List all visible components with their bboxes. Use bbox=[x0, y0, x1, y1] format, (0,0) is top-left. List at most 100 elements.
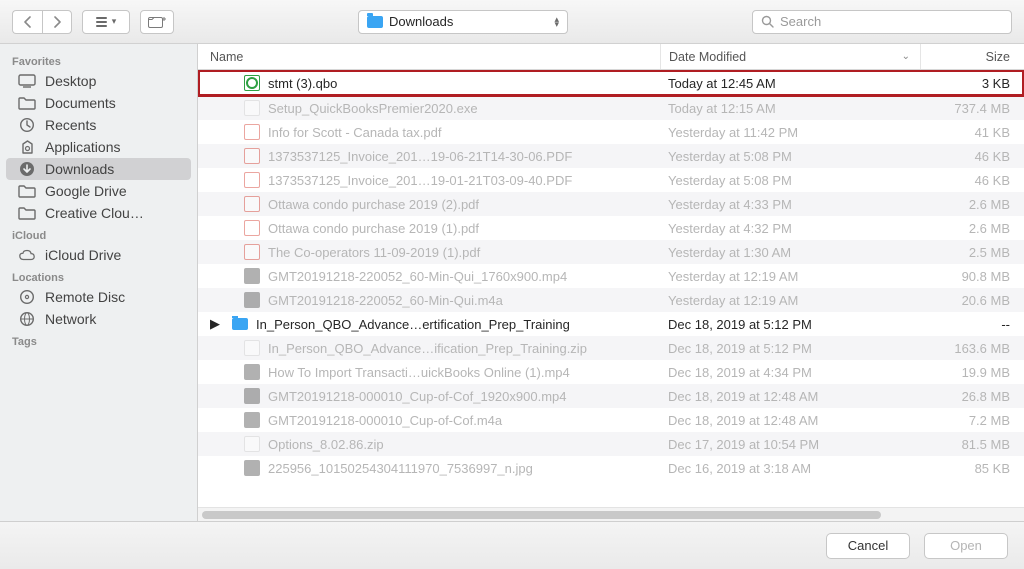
search-field[interactable]: Search bbox=[752, 10, 1012, 34]
cancel-button[interactable]: Cancel bbox=[826, 533, 910, 559]
table-row[interactable]: GMT20191218-220052_60-Min-Qui_1760x900.m… bbox=[198, 264, 1024, 288]
file-date: Dec 18, 2019 at 4:34 PM bbox=[660, 365, 920, 380]
file-name: How To Import Transacti…uickBooks Online… bbox=[268, 365, 570, 380]
apps-icon bbox=[18, 140, 36, 155]
table-row[interactable]: Options_8.02.86.zipDec 17, 2019 at 10:54… bbox=[198, 432, 1024, 456]
sidebar-item-applications[interactable]: Applications bbox=[0, 136, 197, 158]
file-icon bbox=[244, 75, 260, 91]
file-date: Yesterday at 11:42 PM bbox=[660, 125, 920, 140]
view-mode-button[interactable]: ▾ bbox=[82, 10, 130, 34]
table-row[interactable]: Ottawa condo purchase 2019 (2).pdfYester… bbox=[198, 192, 1024, 216]
table-row[interactable]: 225956_10150254304111970_7536997_n.jpg De… bbox=[198, 456, 1024, 480]
sidebar-item-remote-disc[interactable]: Remote Disc bbox=[0, 286, 197, 308]
sidebar-heading: Favorites bbox=[0, 50, 197, 70]
file-name: The Co-operators 11-09-2019 (1).pdf bbox=[268, 245, 480, 260]
file-name: 225956_10150254304111970_7536997_n.jpg bbox=[268, 461, 533, 476]
globe-icon bbox=[18, 311, 36, 327]
table-row[interactable]: GMT20191218-000010_Cup-of-Cof_1920x900.m… bbox=[198, 384, 1024, 408]
chevron-down-icon: ▾ bbox=[112, 16, 117, 27]
table-row[interactable]: 1373537125_Invoice_201…19-06-21T14-30-06… bbox=[198, 144, 1024, 168]
file-name: stmt (3).qbo bbox=[268, 76, 337, 91]
forward-button[interactable] bbox=[42, 10, 72, 34]
sidebar-item-creative-clou-[interactable]: Creative Clou… bbox=[0, 202, 197, 224]
table-row[interactable]: 1373537125_Invoice_201…19-01-21T03-09-40… bbox=[198, 168, 1024, 192]
file-date: Dec 18, 2019 at 12:48 AM bbox=[660, 413, 920, 428]
search-placeholder: Search bbox=[780, 14, 821, 29]
column-size[interactable]: Size bbox=[920, 44, 1024, 69]
sidebar-item-documents[interactable]: Documents bbox=[0, 92, 197, 114]
column-name[interactable]: Name bbox=[198, 50, 660, 64]
file-date: Yesterday at 12:19 AM bbox=[660, 269, 920, 284]
file-icon bbox=[244, 388, 260, 404]
file-date: Yesterday at 12:19 AM bbox=[660, 293, 920, 308]
content: Name Date Modified ⌄ Size stmt (3).qbo To… bbox=[198, 44, 1024, 521]
file-name: In_Person_QBO_Advance…ification_Prep_Tra… bbox=[268, 341, 587, 356]
file-date: Today at 12:45 AM bbox=[660, 76, 920, 91]
table-row[interactable]: The Co-operators 11-09-2019 (1).pdf Yeste… bbox=[198, 240, 1024, 264]
folder-icon bbox=[367, 16, 383, 28]
table-row[interactable]: ▶In_Person_QBO_Advance…ertification_Prep… bbox=[198, 312, 1024, 336]
scrollbar-thumb[interactable] bbox=[202, 511, 881, 519]
footer: Cancel Open bbox=[0, 521, 1024, 569]
file-name: Setup_QuickBooksPremier2020.exe bbox=[268, 101, 478, 116]
file-list[interactable]: stmt (3).qboToday at 12:45 AM3 KBSetup_Q… bbox=[198, 70, 1024, 507]
file-size: 26.8 MB bbox=[920, 389, 1024, 404]
file-icon bbox=[244, 124, 260, 140]
file-date: Yesterday at 5:08 PM bbox=[660, 149, 920, 164]
file-name: GMT20191218-220052_60-Min-Qui_1760x900.m… bbox=[268, 269, 567, 284]
table-row[interactable]: Info for Scott - Canada tax.pdfYesterday… bbox=[198, 120, 1024, 144]
file-size: 2.5 MB bbox=[920, 245, 1024, 260]
file-icon bbox=[244, 292, 260, 308]
file-size: 7.2 MB bbox=[920, 413, 1024, 428]
file-date: Dec 17, 2019 at 10:54 PM bbox=[660, 437, 920, 452]
file-date: Dec 18, 2019 at 5:12 PM bbox=[660, 341, 920, 356]
file-size: 90.8 MB bbox=[920, 269, 1024, 284]
sidebar-item-recents[interactable]: Recents bbox=[0, 114, 197, 136]
table-row[interactable]: Setup_QuickBooksPremier2020.exeToday at … bbox=[198, 96, 1024, 120]
file-size: 19.9 MB bbox=[920, 365, 1024, 380]
sidebar-item-network[interactable]: Network bbox=[0, 308, 197, 330]
clock-icon bbox=[18, 117, 36, 133]
file-icon bbox=[244, 364, 260, 380]
horizontal-scrollbar[interactable] bbox=[198, 507, 1024, 521]
file-date: Yesterday at 4:33 PM bbox=[660, 197, 920, 212]
folder-icon bbox=[18, 96, 36, 110]
file-name: 1373537125_Invoice_201…19-01-21T03-09-40… bbox=[268, 173, 572, 188]
file-icon bbox=[244, 268, 260, 284]
file-size: 85 KB bbox=[920, 461, 1024, 476]
file-size: 81.5 MB bbox=[920, 437, 1024, 452]
file-date: Yesterday at 1:30 AM bbox=[660, 245, 920, 260]
file-date: Dec 16, 2019 at 3:18 AM bbox=[660, 461, 920, 476]
file-name: GMT20191218-000010_Cup-of-Cof_1920x900.m… bbox=[268, 389, 566, 404]
table-row[interactable]: GMT20191218-220052_60-Min-Qui.m4a Yesterd… bbox=[198, 288, 1024, 312]
file-name: GMT20191218-220052_60-Min-Qui.m4a bbox=[268, 293, 503, 308]
sidebar-item-label: iCloud Drive bbox=[45, 247, 121, 263]
path-popup[interactable]: Downloads ▴▾ bbox=[358, 10, 568, 34]
table-row[interactable]: In_Person_QBO_Advance…ification_Prep_Tra… bbox=[198, 336, 1024, 360]
file-size: 46 KB bbox=[920, 149, 1024, 164]
file-date: Yesterday at 5:08 PM bbox=[660, 173, 920, 188]
sidebar-item-icloud-drive[interactable]: iCloud Drive bbox=[0, 244, 197, 266]
sidebar-item-google-drive[interactable]: Google Drive bbox=[0, 180, 197, 202]
file-size: 41 KB bbox=[920, 125, 1024, 140]
download-icon bbox=[18, 161, 36, 177]
file-icon bbox=[244, 148, 260, 164]
table-row[interactable]: How To Import Transacti…uickBooks Online… bbox=[198, 360, 1024, 384]
table-row[interactable]: stmt (3).qboToday at 12:45 AM3 KB bbox=[198, 70, 1024, 96]
sidebar-item-label: Recents bbox=[45, 117, 96, 133]
sidebar-item-desktop[interactable]: Desktop bbox=[0, 70, 197, 92]
table-row[interactable]: GMT20191218-000010_Cup-of-Cof.m4aDec 18,… bbox=[198, 408, 1024, 432]
desktop-icon bbox=[18, 74, 36, 88]
file-icon bbox=[244, 220, 260, 236]
file-icon bbox=[244, 100, 260, 116]
sidebar-item-label: Applications bbox=[45, 139, 121, 155]
sidebar-item-downloads[interactable]: Downloads bbox=[6, 158, 191, 180]
sidebar-heading: Locations bbox=[0, 266, 197, 286]
open-button[interactable]: Open bbox=[924, 533, 1008, 559]
new-folder-button[interactable] bbox=[140, 10, 174, 34]
table-row[interactable]: Ottawa condo purchase 2019 (1).pdfYester… bbox=[198, 216, 1024, 240]
column-date[interactable]: Date Modified ⌄ bbox=[660, 44, 920, 69]
cloud-icon bbox=[18, 248, 36, 262]
back-button[interactable] bbox=[12, 10, 42, 34]
file-size: 2.6 MB bbox=[920, 221, 1024, 236]
